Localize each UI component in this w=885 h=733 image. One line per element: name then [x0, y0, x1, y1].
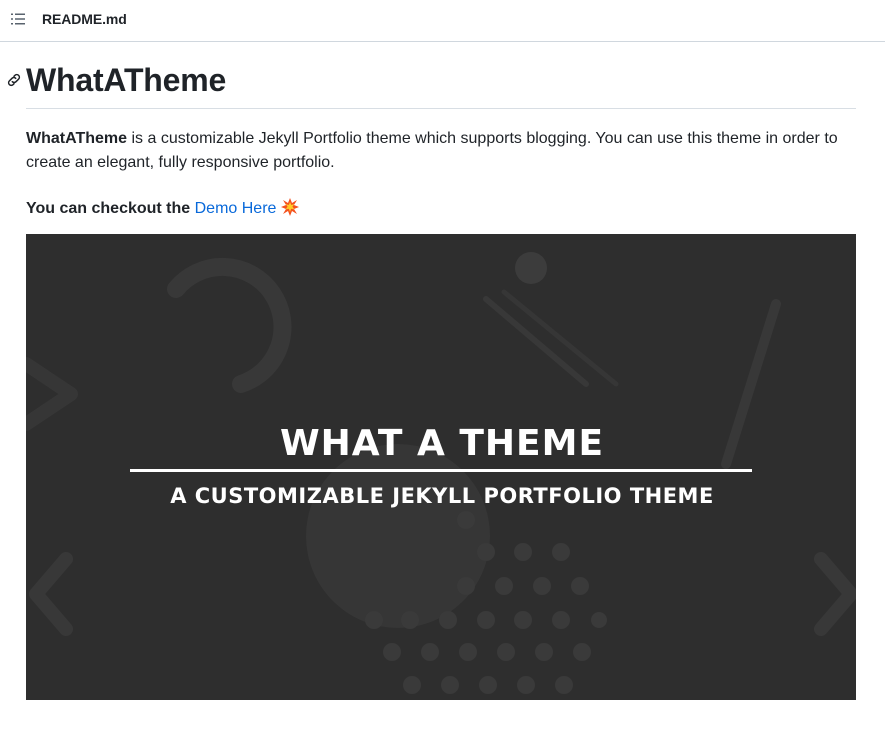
banner-title: WHAT A THEME	[279, 423, 605, 464]
file-header-bar: README.md	[0, 0, 885, 42]
banner-divider	[130, 469, 752, 472]
demo-prefix: You can checkout the	[26, 200, 195, 217]
demo-link[interactable]: Demo Here	[195, 200, 277, 217]
list-unordered-icon[interactable]	[8, 10, 28, 28]
page-title: WhatATheme	[26, 62, 227, 98]
intro-text: is a customizable Jekyll Portfolio theme…	[26, 130, 838, 171]
banner-subtitle: A CUSTOMIZABLE JEKYLL PORTFOLIO THEME	[170, 484, 714, 508]
banner-background-shapes	[26, 252, 856, 694]
file-name[interactable]: README.md	[42, 11, 127, 27]
link-icon[interactable]	[6, 72, 22, 88]
collision-icon	[280, 197, 300, 217]
heading-divider	[26, 108, 856, 109]
demo-paragraph: You can checkout the Demo Here	[26, 197, 300, 221]
intro-bold-name: WhatATheme	[26, 130, 128, 147]
theme-banner-image: WHAT A THEME A CUSTOMIZABLE JEKYLL PORTF…	[26, 234, 856, 700]
intro-paragraph: WhatATheme is a customizable Jekyll Port…	[26, 127, 856, 175]
